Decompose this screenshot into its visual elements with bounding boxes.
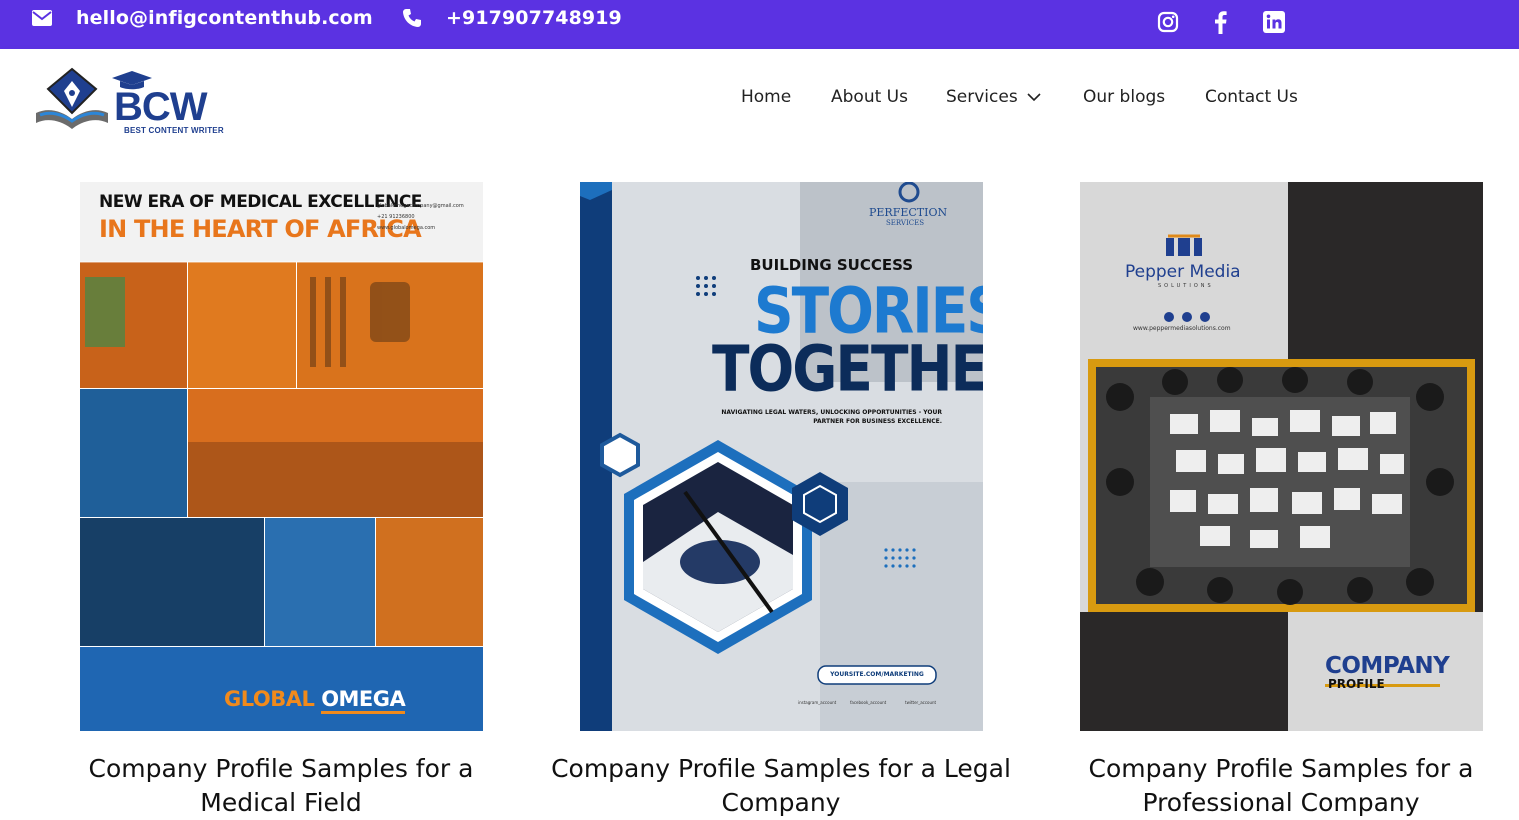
nav-home[interactable]: Home	[741, 87, 791, 107]
chevron-down-icon	[1027, 93, 1041, 102]
poster-brand: GLOBAL OMEGA	[224, 687, 406, 714]
poster-headline-1: NEW ERA OF MEDICAL EXCELLENCE	[99, 192, 422, 212]
instagram-icon[interactable]	[1157, 4, 1179, 40]
poster-brand-sub: SOLUTIONS	[1158, 283, 1214, 289]
card-image-medical[interactable]: NEW ERA OF MEDICAL EXCELLENCE IN THE HEA…	[80, 182, 483, 731]
poster-social-1: instagram_account	[798, 700, 837, 705]
nav-about-us[interactable]: About Us	[831, 87, 908, 107]
facebook-icon[interactable]	[1212, 4, 1228, 40]
poster-brand-sub: SERVICES	[886, 219, 925, 227]
poster-headline-2: IN THE HEART OF AFRICA	[99, 215, 422, 243]
poster-line-1: BUILDING SUCCESS	[750, 256, 914, 274]
poster-brand-2: OMEGA	[321, 687, 406, 714]
envelope-icon	[32, 0, 52, 36]
poster-contact-2: +21 91236800	[377, 214, 415, 220]
nav-contact-us[interactable]: Contact Us	[1205, 87, 1298, 107]
contact-phone-link[interactable]: +917907748919	[446, 0, 622, 36]
poster-social-2: facebook_account	[850, 700, 887, 705]
poster-brand-1: GLOBAL	[224, 687, 315, 711]
logo-pen-book-icon	[36, 67, 108, 129]
contact-email-link[interactable]: hello@infigcontenthub.com	[76, 0, 373, 36]
nav-services-label: Services	[946, 87, 1018, 107]
poster-tagline: NAVIGATING LEGAL WATERS, UNLOCKING OPPOR…	[721, 409, 942, 425]
nav-services[interactable]: Services	[946, 87, 1042, 107]
poster-contact-1: globalomegacompany@gmail.com	[377, 203, 464, 209]
card-image-professional[interactable]: Pepper Media SOLUTIONS www.peppermediaso…	[1080, 182, 1483, 731]
poster-contact-3: www.globalomega.com	[377, 225, 436, 231]
poster-brand: Pepper Media	[1125, 262, 1241, 282]
site-logo[interactable]: BCW BEST CONTENT WRITER	[34, 67, 224, 137]
poster-word-2: PROFILE	[1328, 677, 1385, 691]
poster-url: www.peppermediasolutions.com	[1133, 325, 1231, 332]
nav-our-blogs[interactable]: Our blogs	[1083, 87, 1165, 107]
phone-icon	[402, 0, 422, 36]
card-title-medical[interactable]: Company Profile Samples for a Medical Fi…	[41, 752, 521, 820]
poster-word-1: COMPANY	[1325, 653, 1450, 679]
card-image-legal[interactable]: PERFECTION SERVICES BUILDING SUCCESS STO…	[580, 182, 983, 731]
logo-tagline: BEST CONTENT WRITER	[124, 126, 224, 135]
linkedin-icon[interactable]	[1263, 4, 1285, 40]
top-contact-bar: hello@infigcontenthub.com +917907748919	[0, 0, 1519, 49]
logo-text: BCW	[114, 85, 208, 129]
card-title-legal[interactable]: Company Profile Samples for a Legal Comp…	[541, 752, 1021, 820]
poster-line-3: TOGETHER	[712, 332, 983, 406]
site-header: BCW BEST CONTENT WRITER Home About Us Se…	[0, 49, 1519, 153]
poster-url: YOURSITE.COM/MARKETING	[830, 671, 924, 678]
card-title-professional[interactable]: Company Profile Samples for a Profession…	[1041, 752, 1519, 820]
poster-social-3: twitter_account	[905, 700, 937, 705]
poster-brand: PERFECTION	[869, 206, 948, 219]
